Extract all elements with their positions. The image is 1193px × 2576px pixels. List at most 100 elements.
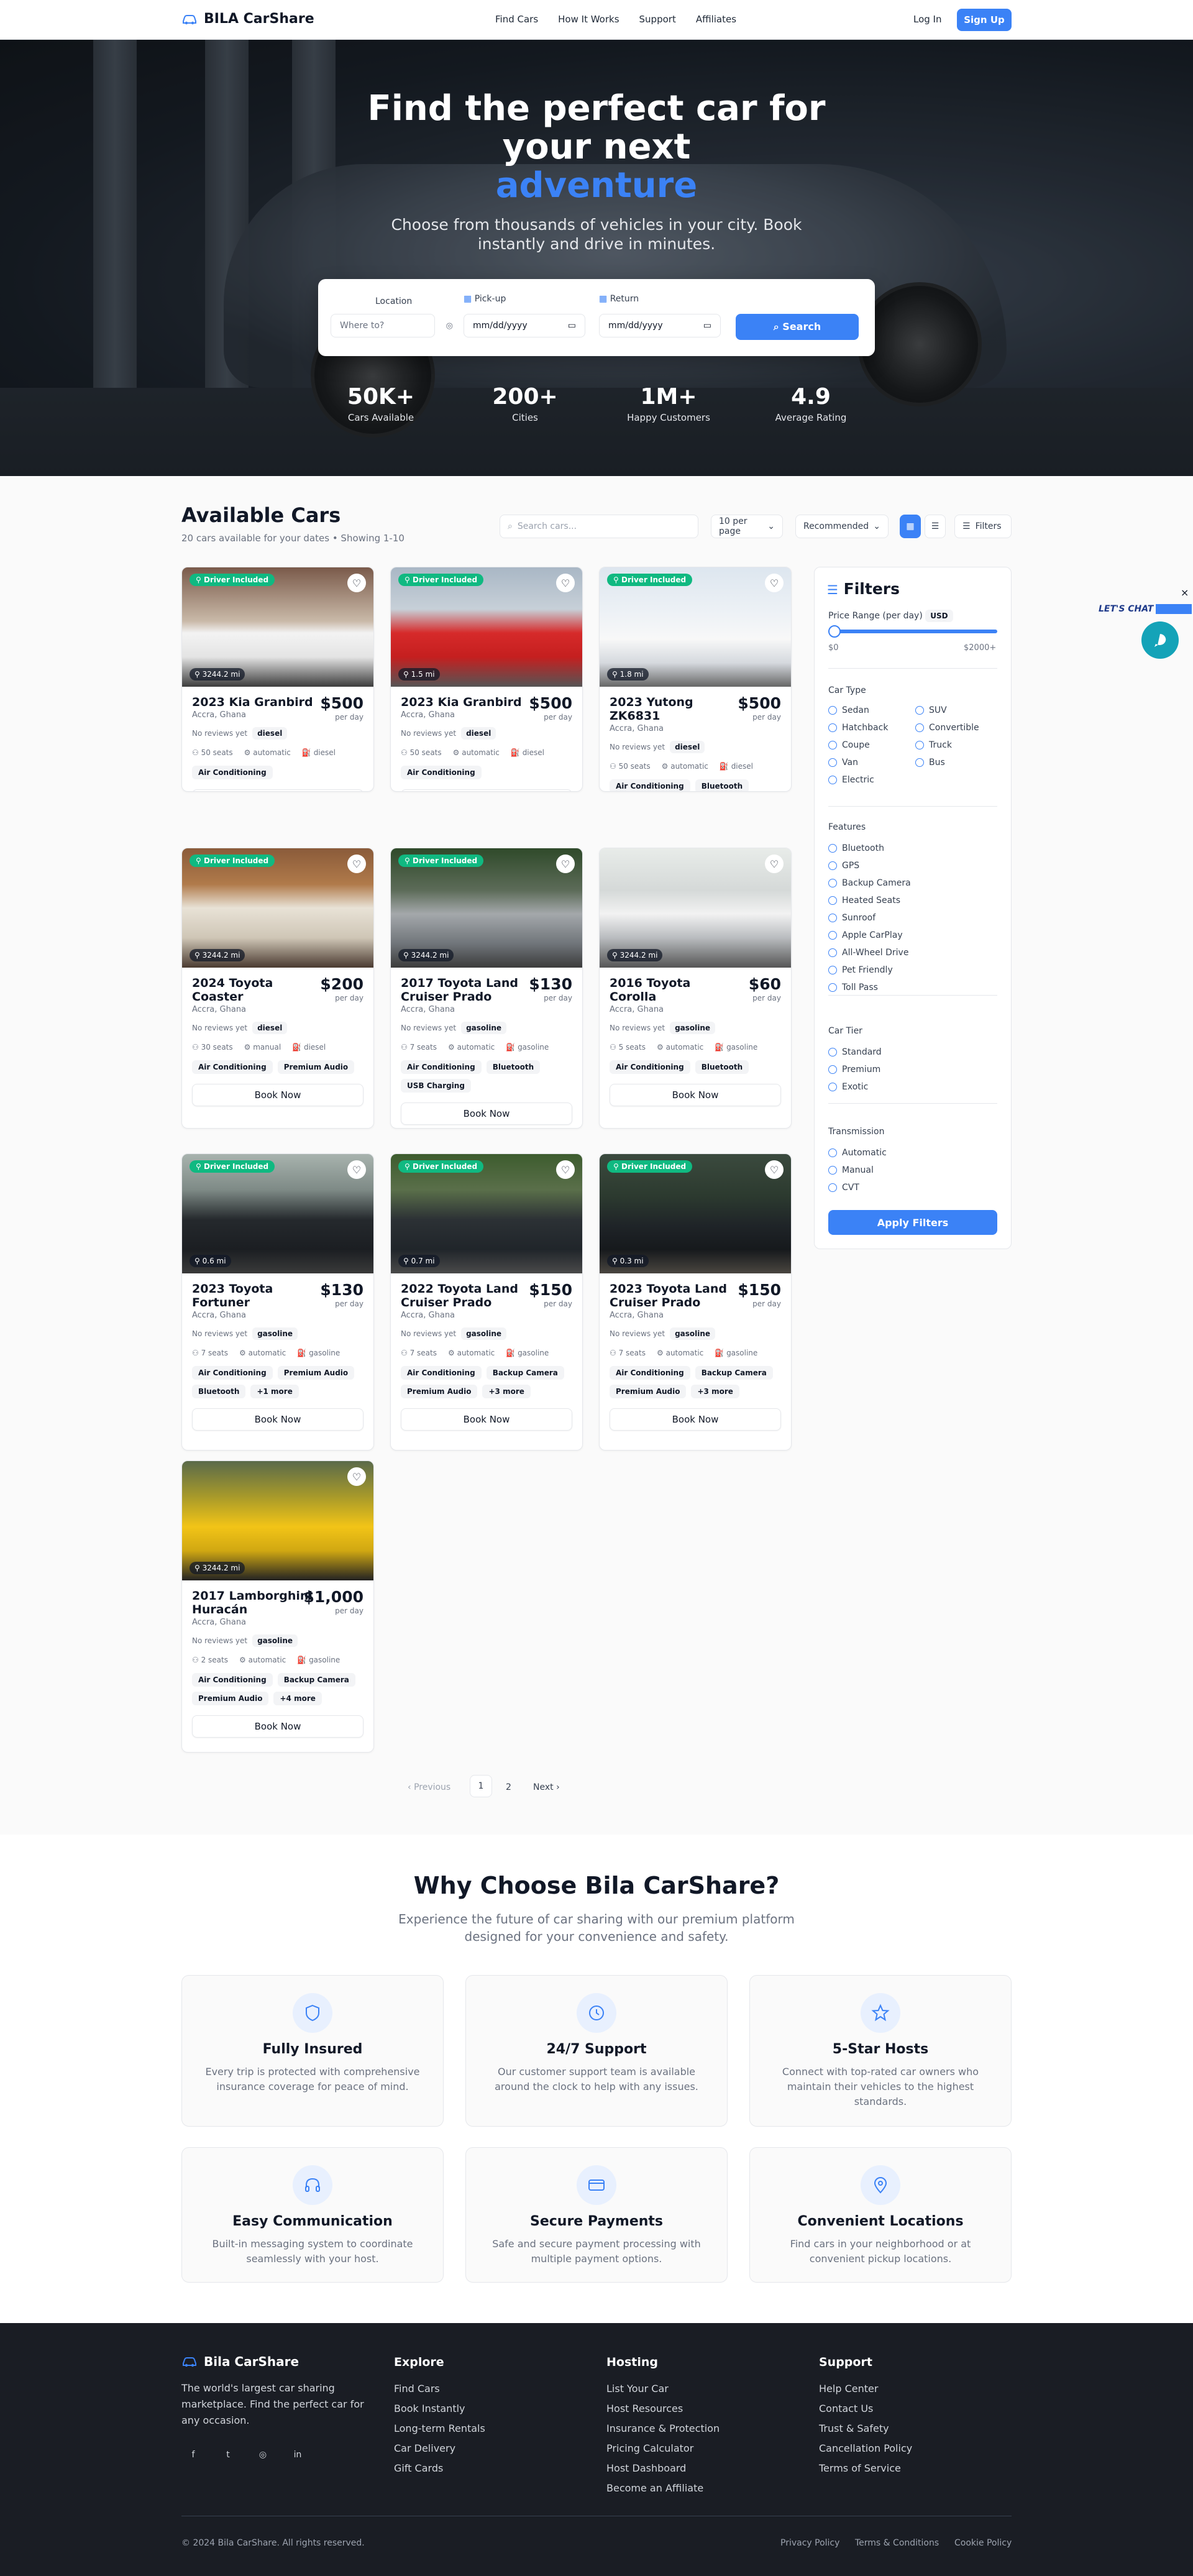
radio-icon[interactable] bbox=[828, 861, 837, 870]
filter-option[interactable]: Convertible bbox=[915, 723, 979, 733]
brand-logo[interactable]: BILA CarShare bbox=[181, 11, 314, 27]
car-name[interactable]: 2024 Toyota Coaster bbox=[192, 976, 316, 1004]
favorite-heart-icon[interactable]: ♡ bbox=[347, 574, 366, 592]
radio-icon[interactable] bbox=[828, 931, 837, 940]
filter-option[interactable]: GPS bbox=[828, 861, 859, 871]
filter-option[interactable]: Bluetooth bbox=[828, 843, 884, 853]
search-cars-input[interactable]: ⌕ Search cars... bbox=[500, 515, 698, 538]
car-card[interactable]: ⚲ Driver Included ♡ ⚲ 3244.2 mi 2023 Kia… bbox=[181, 567, 374, 792]
car-card[interactable]: ⚲ Driver Included ♡ ⚲ 0.3 mi 2023 Toyota… bbox=[599, 1153, 792, 1451]
instagram-icon[interactable]: ◎ bbox=[254, 2445, 272, 2464]
favorite-heart-icon[interactable]: ♡ bbox=[556, 574, 575, 592]
price-slider-handle[interactable] bbox=[828, 625, 841, 638]
car-name[interactable]: 2023 Kia Granbird bbox=[401, 695, 525, 709]
car-photo[interactable]: ⚲ Driver Included ♡ ⚲ 1.5 mi bbox=[391, 567, 582, 687]
book-now-button[interactable]: Book Now bbox=[192, 1408, 363, 1431]
footer-link[interactable]: Trust & Safety bbox=[819, 2422, 889, 2434]
twitter-icon[interactable]: t bbox=[219, 2445, 237, 2464]
pagination-previous[interactable]: ‹ Previous bbox=[408, 1782, 450, 1792]
favorite-heart-icon[interactable]: ♡ bbox=[556, 855, 575, 873]
radio-icon[interactable] bbox=[828, 1048, 837, 1057]
filter-option[interactable]: Van bbox=[828, 758, 858, 768]
per-page-select[interactable]: 10 per page ⌄ bbox=[711, 515, 783, 538]
favorite-heart-icon[interactable]: ♡ bbox=[556, 1160, 575, 1179]
car-card[interactable]: ♡ ⚲ 3244.2 mi 2017 Lamborghini Huracán $… bbox=[181, 1460, 374, 1753]
car-photo[interactable]: ⚲ Driver Included ♡ ⚲ 0.6 mi bbox=[182, 1154, 373, 1273]
facebook-icon[interactable]: f bbox=[184, 2445, 203, 2464]
favorite-heart-icon[interactable]: ♡ bbox=[765, 1160, 784, 1179]
footer-link[interactable]: List Your Car bbox=[606, 2383, 669, 2395]
book-now-button[interactable]: Book Now bbox=[401, 789, 572, 791]
footer-link[interactable]: Insurance & Protection bbox=[606, 2422, 720, 2434]
car-name[interactable]: 2017 Toyota Land Cruiser Prado bbox=[401, 976, 525, 1004]
car-card[interactable]: ⚲ Driver Included ♡ ⚲ 3244.2 mi 2017 Toy… bbox=[390, 848, 583, 1129]
radio-icon[interactable] bbox=[828, 1183, 837, 1192]
car-photo[interactable]: ♡ ⚲ 3244.2 mi bbox=[182, 1461, 373, 1580]
car-photo[interactable]: ⚲ Driver Included ♡ ⚲ 0.7 mi bbox=[391, 1154, 582, 1273]
car-name[interactable]: 2022 Toyota Land Cruiser Prado bbox=[401, 1282, 525, 1309]
car-photo[interactable]: ⚲ Driver Included ♡ ⚲ 0.3 mi bbox=[600, 1154, 791, 1273]
car-card[interactable]: ⚲ Driver Included ♡ ⚲ 0.7 mi 2022 Toyota… bbox=[390, 1153, 583, 1451]
footer-link[interactable]: Help Center bbox=[819, 2383, 878, 2395]
book-now-button[interactable]: Book Now bbox=[192, 789, 363, 791]
footer-link[interactable]: Long-term Rentals bbox=[394, 2422, 485, 2434]
grid-view-button[interactable]: ▦ bbox=[900, 515, 921, 538]
footer-link[interactable]: Host Resources bbox=[606, 2403, 683, 2414]
filter-option[interactable]: Sunroof bbox=[828, 913, 875, 923]
car-photo[interactable]: ⚲ Driver Included ♡ ⚲ 3244.2 mi bbox=[182, 848, 373, 968]
chat-widget-button[interactable] bbox=[1141, 621, 1179, 659]
filter-option[interactable]: Truck bbox=[915, 740, 952, 750]
nav-how-it-works[interactable]: How It Works bbox=[558, 14, 619, 25]
favorite-heart-icon[interactable]: ♡ bbox=[347, 1467, 366, 1486]
radio-icon[interactable] bbox=[828, 844, 837, 853]
filter-option[interactable]: Manual bbox=[828, 1165, 874, 1175]
book-now-button[interactable]: Book Now bbox=[401, 1102, 572, 1125]
footer-link[interactable]: Gift Cards bbox=[394, 2462, 443, 2474]
footer-terms-link[interactable]: Terms & Conditions bbox=[855, 2538, 939, 2548]
linkedin-icon[interactable]: in bbox=[288, 2445, 307, 2464]
car-name[interactable]: 2023 Yutong ZK6831 bbox=[610, 695, 734, 723]
filter-option[interactable]: Exotic bbox=[828, 1082, 868, 1092]
footer-link[interactable]: Book Instantly bbox=[394, 2403, 465, 2414]
location-input[interactable]: Where to? ◎ bbox=[331, 314, 453, 337]
pagination-page-1[interactable]: 1 bbox=[470, 1775, 492, 1797]
signup-button[interactable]: Sign Up bbox=[957, 9, 1012, 31]
pickup-date-input[interactable]: mm/dd/yyyy ▭ bbox=[464, 314, 585, 337]
filter-option[interactable]: Electric bbox=[828, 775, 874, 785]
filter-option[interactable]: Toll Pass bbox=[828, 983, 878, 992]
footer-link[interactable]: Find Cars bbox=[394, 2383, 440, 2395]
radio-icon[interactable] bbox=[915, 723, 924, 732]
radio-icon[interactable] bbox=[828, 1148, 837, 1157]
radio-icon[interactable] bbox=[828, 966, 837, 974]
car-photo[interactable]: ♡ ⚲ 3244.2 mi bbox=[600, 848, 791, 968]
favorite-heart-icon[interactable]: ♡ bbox=[347, 855, 366, 873]
chat-label[interactable]: LET'S CHAT bbox=[1099, 604, 1192, 614]
filter-option[interactable]: Automatic bbox=[828, 1148, 887, 1158]
apply-filters-button[interactable]: Apply Filters bbox=[828, 1210, 997, 1235]
car-card[interactable]: ⚲ Driver Included ♡ ⚲ 1.5 mi 2023 Kia Gr… bbox=[390, 567, 583, 792]
filter-option[interactable]: Pet Friendly bbox=[828, 965, 893, 975]
filter-option[interactable]: SUV bbox=[915, 705, 947, 715]
radio-icon[interactable] bbox=[828, 758, 837, 767]
car-name[interactable]: 2023 Toyota Land Cruiser Prado bbox=[610, 1282, 734, 1309]
footer-link[interactable]: Contact Us bbox=[819, 2403, 873, 2414]
nav-support[interactable]: Support bbox=[639, 14, 676, 25]
filter-option[interactable]: CVT bbox=[828, 1183, 859, 1193]
book-now-button[interactable]: Book Now bbox=[192, 1715, 363, 1738]
footer-link[interactable]: Pricing Calculator bbox=[606, 2442, 693, 2454]
filter-option[interactable]: Hatchback bbox=[828, 723, 888, 733]
filter-option[interactable]: Bus bbox=[915, 758, 945, 768]
radio-icon[interactable] bbox=[828, 706, 837, 715]
filter-option[interactable]: Coupe bbox=[828, 740, 870, 750]
radio-icon[interactable] bbox=[828, 723, 837, 732]
car-card[interactable]: ⚲ Driver Included ♡ ⚲ 3244.2 mi 2024 Toy… bbox=[181, 848, 374, 1129]
nav-affiliates[interactable]: Affiliates bbox=[696, 14, 736, 25]
footer-link[interactable]: Cancellation Policy bbox=[819, 2442, 912, 2454]
list-view-button[interactable]: ☰ bbox=[925, 515, 946, 538]
radio-icon[interactable] bbox=[828, 914, 837, 922]
radio-icon[interactable] bbox=[828, 879, 837, 887]
book-now-button[interactable]: Book Now bbox=[401, 1408, 572, 1431]
filter-option[interactable]: Premium bbox=[828, 1065, 880, 1075]
radio-icon[interactable] bbox=[828, 741, 837, 749]
car-name[interactable]: 2023 Kia Granbird bbox=[192, 695, 316, 709]
